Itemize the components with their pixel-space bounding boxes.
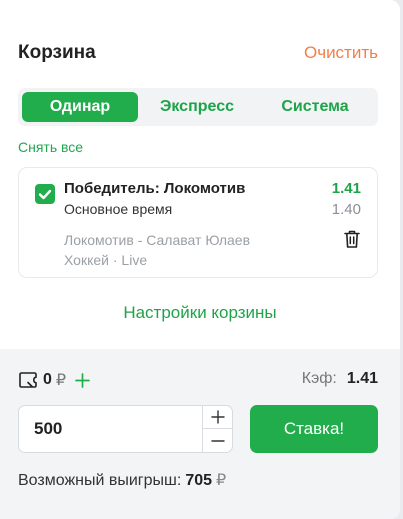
trash-icon[interactable] <box>343 229 361 249</box>
possible-win-currency: ₽ <box>216 472 227 489</box>
possible-win: Возможный выигрыш: 705 ₽ <box>18 470 226 490</box>
total-coefficient: Кэф: 1.41 <box>302 370 378 388</box>
bonus-balance-value: 0 <box>43 371 52 388</box>
stake-input[interactable] <box>19 406 203 452</box>
bet-match-info: Локомотив - Салават Юлаев Хоккей · Live <box>64 230 304 270</box>
bet-checkbox[interactable] <box>35 184 55 204</box>
coef-value: 1.41 <box>346 370 378 387</box>
stake-stepper <box>202 406 232 452</box>
minus-icon <box>210 439 225 442</box>
bet-slip-footer: 0 ₽ Кэф: 1.41 500 Ставка! Возможный выиг… <box>0 349 400 519</box>
tab-system[interactable]: Система <box>256 92 374 122</box>
plus-icon <box>210 410 225 424</box>
bet-title: Победитель: Локомотив <box>64 180 246 197</box>
plus-icon[interactable] <box>75 372 90 388</box>
bet-sport-status: Хоккей · Live <box>64 252 148 268</box>
stake-field <box>18 405 233 453</box>
bet-slip-header: Корзина Очистить <box>18 40 378 66</box>
tab-single[interactable]: Одинар <box>22 92 138 122</box>
tab-express[interactable]: Экспресс <box>138 92 256 122</box>
bonus-balance-currency: ₽ <box>55 372 67 389</box>
page-title: Корзина <box>18 42 96 63</box>
possible-win-value: 705 <box>185 472 213 489</box>
clear-button[interactable]: Очистить <box>304 43 378 63</box>
possible-win-label: Возможный выигрыш: <box>18 472 182 489</box>
remove-all-link[interactable]: Снять все <box>18 139 83 155</box>
stake-decrease-button[interactable] <box>203 429 232 452</box>
bet-match-teams: Локомотив - Салават Юлаев <box>64 232 251 248</box>
bet-type-tabs: Одинар Экспресс Система <box>18 88 378 126</box>
check-icon <box>38 189 52 200</box>
bet-odds: 1.41 <box>331 180 361 197</box>
stake-increase-button[interactable] <box>203 406 232 429</box>
bet-previous-odds: 1.40 <box>331 201 361 218</box>
coef-label: Кэф: <box>301 370 337 387</box>
bet-period: Основное время <box>64 201 173 217</box>
basket-settings-link[interactable]: Настройки корзины <box>0 303 400 323</box>
coupon-icon <box>19 372 37 388</box>
place-bet-button[interactable]: Ставка! <box>250 405 378 453</box>
bet-slip-panel: Корзина Очистить Одинар Экспресс Система… <box>0 0 400 519</box>
bet-card: Победитель: Локомотив Основное время 1.4… <box>18 167 378 278</box>
bonus-balance: 0 ₽ <box>18 370 90 390</box>
